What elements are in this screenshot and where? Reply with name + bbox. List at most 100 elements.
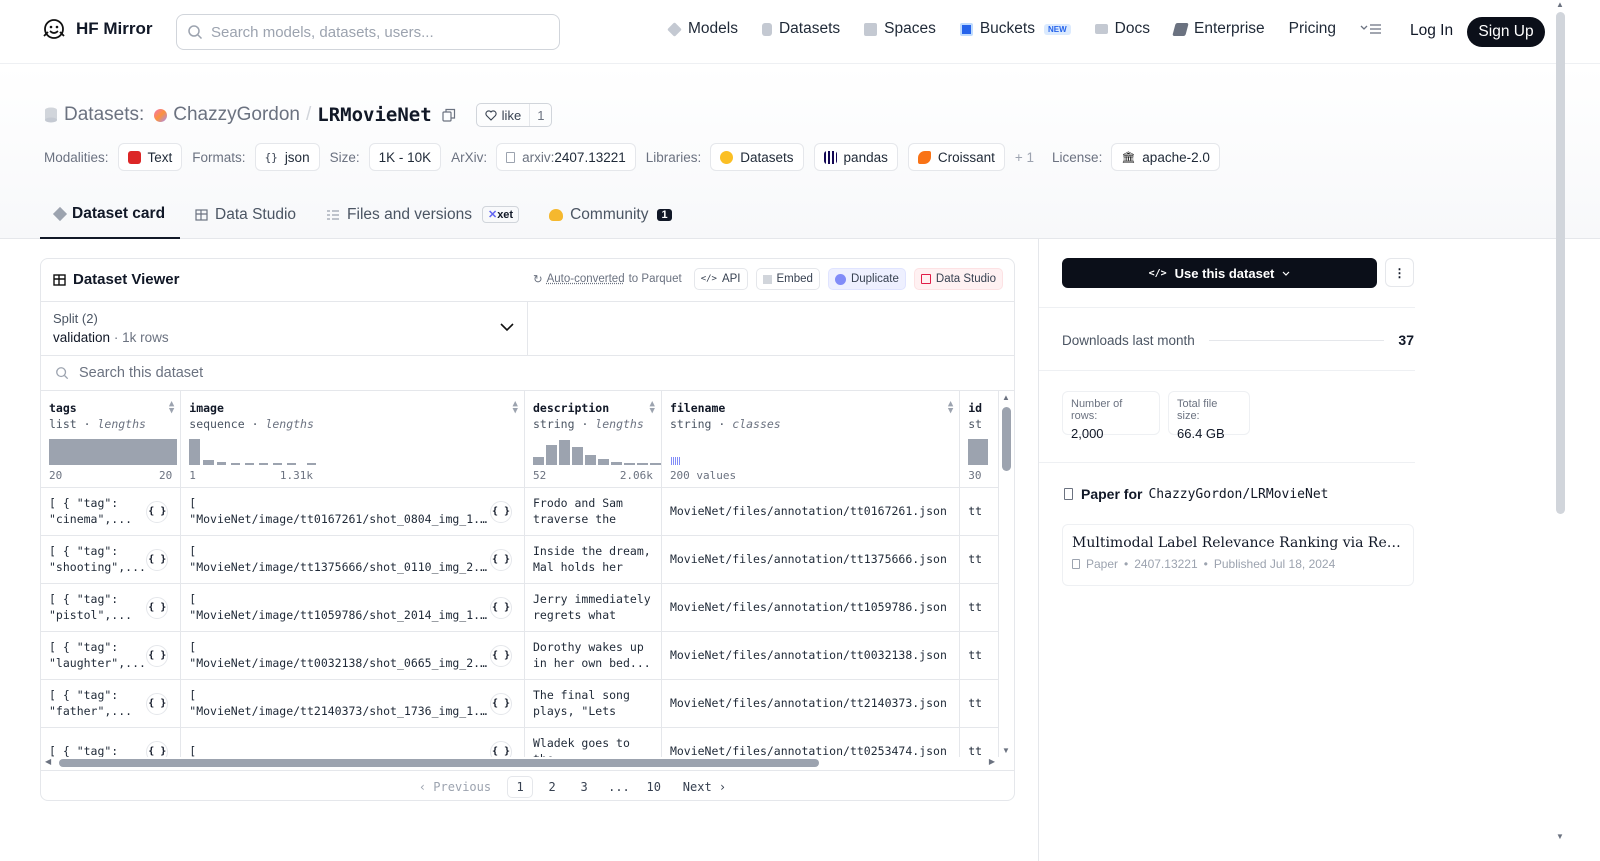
cell-description[interactable]: Frodo and Sam traverse the Dead... xyxy=(524,487,662,536)
tab-files-and-versions[interactable]: Files and versions ✕xet xyxy=(311,190,534,239)
signup-button[interactable]: Sign Up xyxy=(1467,17,1545,47)
tab-community[interactable]: Community 1 xyxy=(534,190,687,239)
scroll-up-icon[interactable]: ▲ xyxy=(1556,0,1564,9)
table-row[interactable]: [ { "tag": "pistol",...{ } [ "MovieNet/i… xyxy=(41,583,999,632)
json-view-button[interactable]: { } xyxy=(489,548,512,571)
json-view-button[interactable]: { } xyxy=(489,596,512,619)
json-view-button[interactable]: { } xyxy=(146,644,169,667)
table-row[interactable]: [ { "tag": "shooting",...{ } [ "MovieNet… xyxy=(41,535,999,584)
cell-description[interactable]: Wladek goes to the xyxy=(524,727,662,757)
next-page-button[interactable]: Next › xyxy=(673,780,736,794)
license-chip[interactable]: 🏛 apache-2.0 xyxy=(1111,143,1220,171)
table-row[interactable]: [ { "tag":{ } [{ } Wladek goes to the Mo… xyxy=(41,727,999,757)
nav-docs[interactable]: Docs xyxy=(1094,20,1150,38)
table-row[interactable]: [ { "tag": "cinema",...{ } [ "MovieNet/i… xyxy=(41,487,999,536)
previous-page-button[interactable]: ‹ Previous xyxy=(409,780,501,794)
cell-filename[interactable]: MovieNet/files/annotation/tt1375666.json xyxy=(661,535,961,584)
scrollbar-thumb[interactable] xyxy=(1002,407,1011,471)
nav-datasets[interactable]: Datasets xyxy=(761,20,840,38)
page-2-button[interactable]: 2 xyxy=(539,776,565,798)
like-button[interactable]: like 1 xyxy=(475,103,553,127)
modality-chip[interactable]: Text xyxy=(117,143,183,171)
duplicate-button[interactable]: Duplicate xyxy=(827,268,906,290)
cell-id[interactable]: tt xyxy=(959,583,999,632)
library-chip-datasets[interactable]: Datasets xyxy=(710,143,804,171)
cell-id[interactable]: tt xyxy=(959,535,999,584)
brand-logo[interactable]: HF Mirror xyxy=(42,18,153,40)
cell-description[interactable]: Inside the dream, Mal holds her gun... xyxy=(524,535,662,584)
cell-description[interactable]: The final song plays, "Lets Go... xyxy=(524,679,662,728)
json-view-button[interactable]: { } xyxy=(489,500,512,523)
column-header-id[interactable]: id st 30 xyxy=(959,391,999,488)
scroll-right-icon[interactable]: ▶ xyxy=(989,757,995,766)
column-header-description[interactable]: description string · lengths ▲ ▼ 52 2.06k xyxy=(524,391,662,488)
json-view-button[interactable]: { } xyxy=(146,692,169,715)
scroll-down-icon[interactable]: ▼ xyxy=(1002,746,1010,755)
dataset-search[interactable]: Search this dataset xyxy=(41,355,1014,391)
library-chip-pandas[interactable]: pandas xyxy=(813,143,898,171)
org-avatar[interactable] xyxy=(154,108,168,122)
json-view-button[interactable]: { } xyxy=(146,548,169,571)
grid-horizontal-scrollbar[interactable]: ◀ ▶ xyxy=(41,756,999,770)
global-search[interactable] xyxy=(176,14,560,50)
cell-tags[interactable]: [ { "tag": "father",...{ } xyxy=(41,679,182,728)
json-view-button[interactable]: { } xyxy=(146,500,169,523)
cell-tags[interactable]: [ { "tag": "laughter",...{ } xyxy=(41,631,182,680)
cell-id[interactable]: tt xyxy=(959,679,999,728)
library-chip-croissant[interactable]: Croissant xyxy=(907,143,1005,171)
nav-spaces[interactable]: Spaces xyxy=(864,20,936,38)
nav-pricing[interactable]: Pricing xyxy=(1289,20,1336,38)
cell-image[interactable]: [ "MovieNet/image/tt1059786/shot_2014_im… xyxy=(180,583,525,632)
sort-icon[interactable]: ▲ ▼ xyxy=(169,400,174,416)
cell-image[interactable]: [ "MovieNet/image/tt2140373/shot_1736_im… xyxy=(180,679,525,728)
cell-description[interactable]: Dorothy wakes up in her own bed... xyxy=(524,631,662,680)
grid-vertical-scrollbar[interactable]: ▲ ▼ xyxy=(999,391,1014,757)
autoconverted-link[interactable]: Auto-converted xyxy=(547,273,625,285)
sort-icon[interactable]: ▲ ▼ xyxy=(650,400,655,416)
table-row[interactable]: [ { "tag": "laughter",...{ } [ "MovieNet… xyxy=(41,631,999,680)
nav-enterprise[interactable]: Enterprise xyxy=(1172,20,1265,38)
page-1-button[interactable]: 1 xyxy=(507,775,534,798)
size-chip[interactable]: 1K - 10K xyxy=(368,143,442,171)
api-button[interactable]: </> API xyxy=(693,268,748,290)
json-view-button[interactable]: { } xyxy=(489,644,512,667)
cell-id[interactable]: tt xyxy=(959,727,999,757)
cell-image[interactable]: [ "MovieNet/image/tt0167261/shot_0804_im… xyxy=(180,487,525,536)
login-link[interactable]: Log In xyxy=(1410,22,1453,40)
cell-tags[interactable]: [ { "tag": "pistol",...{ } xyxy=(41,583,182,632)
cell-tags[interactable]: [ { "tag":{ } xyxy=(41,727,182,757)
tab-data-studio[interactable]: Data Studio xyxy=(180,190,311,239)
cell-image[interactable]: [{ } xyxy=(180,727,525,757)
copy-icon[interactable] xyxy=(442,108,456,122)
cell-tags[interactable]: [ { "tag": "shooting",...{ } xyxy=(41,535,182,584)
format-chip[interactable]: {} json xyxy=(254,143,320,171)
page-3-button[interactable]: 3 xyxy=(571,776,597,798)
page-scrollbar-thumb[interactable] xyxy=(1556,12,1565,514)
cell-description[interactable]: Jerry immediately regrets what he... xyxy=(524,583,662,632)
cell-filename[interactable]: MovieNet/files/annotation/tt0253474.json xyxy=(661,727,961,757)
paper-title[interactable]: Multimodal Label Relevance Ranking via R… xyxy=(1072,535,1404,551)
sort-icon[interactable]: ▲ ▼ xyxy=(513,400,518,416)
scrollbar-thumb[interactable] xyxy=(59,759,819,767)
scroll-down-icon[interactable]: ▼ xyxy=(1556,832,1564,841)
nav-more-menu[interactable] xyxy=(1360,23,1382,35)
column-header-tags[interactable]: tags list · lengths ▲ ▼ 20 20 xyxy=(41,391,182,488)
global-search-input[interactable] xyxy=(211,23,541,41)
json-view-button[interactable]: { } xyxy=(146,596,169,619)
cell-image[interactable]: [ "MovieNet/image/tt0032138/shot_0665_im… xyxy=(180,631,525,680)
org-link[interactable]: ChazzyGordon xyxy=(173,104,300,126)
cell-filename[interactable]: MovieNet/files/annotation/tt0167261.json xyxy=(661,487,961,536)
scroll-left-icon[interactable]: ◀ xyxy=(45,757,51,766)
paper-card[interactable]: Multimodal Label Relevance Ranking via R… xyxy=(1062,524,1414,586)
scroll-up-icon[interactable]: ▲ xyxy=(1002,393,1010,402)
data-studio-button[interactable]: Data Studio xyxy=(913,268,1003,290)
sort-icon[interactable]: ▲ ▼ xyxy=(948,400,953,416)
cell-tags[interactable]: [ { "tag": "cinema",...{ } xyxy=(41,487,182,536)
page-scrollbar[interactable]: ▲ ▼ xyxy=(1553,0,1568,861)
cell-filename[interactable]: MovieNet/files/annotation/tt1059786.json xyxy=(661,583,961,632)
dataset-name[interactable]: LRMovieNet xyxy=(317,104,431,126)
column-header-filename[interactable]: filename string · classes ▲ ▼ 200 values xyxy=(661,391,961,488)
nav-models[interactable]: Models xyxy=(667,20,738,38)
cell-filename[interactable]: MovieNet/files/annotation/tt0032138.json xyxy=(661,631,961,680)
column-header-image[interactable]: image sequence · lengths ▲ ▼ 1 1.31k xyxy=(180,391,525,488)
